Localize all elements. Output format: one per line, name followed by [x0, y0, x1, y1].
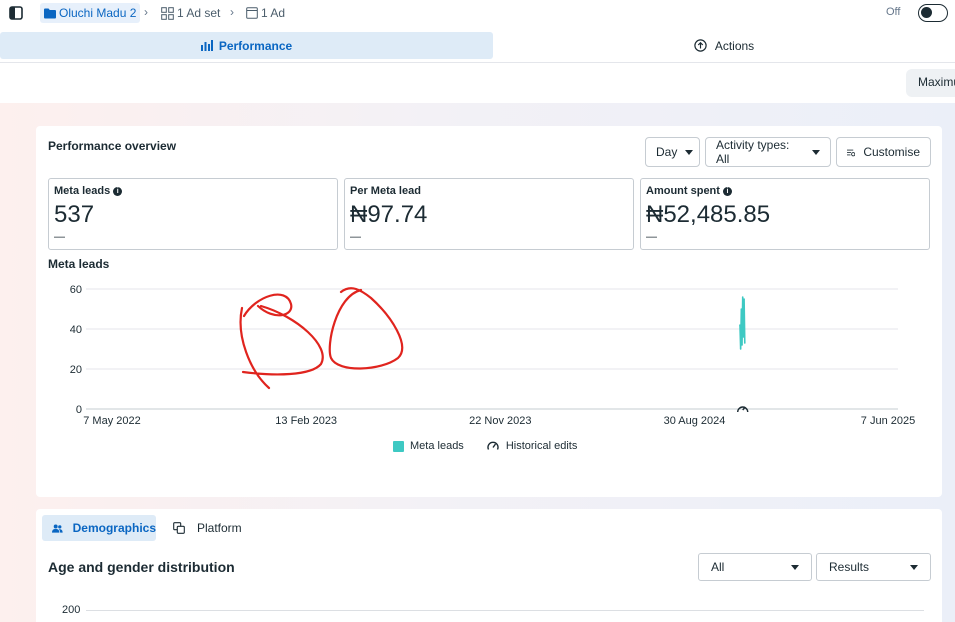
- data-point: [739, 324, 741, 326]
- metric-value: ₦52,485.85: [646, 201, 771, 228]
- tab-platform-label: Platform: [197, 521, 242, 535]
- breadcrumb-ad-set-label: 1 Ad set: [177, 6, 221, 20]
- chart-legend: Meta leads Historical edits: [393, 440, 577, 452]
- caret-down-icon: [791, 564, 799, 570]
- metric-card-per-meta-lead[interactable]: Per Meta lead ₦97.74 —: [344, 178, 634, 250]
- breadcrumb-campaign[interactable]: Oluchi Madu 2: [40, 3, 141, 23]
- y-tick-label: 0: [76, 404, 82, 416]
- result-metric-label: Results: [829, 560, 870, 574]
- grid-line: [86, 610, 924, 611]
- meta-leads-chart: 0 20 40 60 7 May 2022 13 Feb 2023 22 Nov 2023 3…: [70, 284, 915, 427]
- info-icon[interactable]: i: [722, 186, 732, 196]
- metric-delta: —: [350, 231, 361, 243]
- ad-set-grid-icon: [161, 6, 174, 20]
- y-tick-label: 20: [70, 364, 82, 376]
- divider: [0, 62, 955, 63]
- day-select-label: Day: [656, 145, 678, 159]
- performance-overview-title: Performance overview: [48, 139, 177, 153]
- metric-delta: —: [646, 231, 657, 243]
- x-tick-label: 7 Jun 2025: [861, 415, 915, 427]
- activity-types-label: Activity types: All: [716, 138, 790, 166]
- tab-performance[interactable]: Performance: [0, 32, 493, 59]
- toggle-knob: [921, 7, 932, 18]
- x-tick-label: 30 Aug 2024: [664, 415, 726, 427]
- annotation-letter-o: [328, 287, 404, 370]
- metric-delta: —: [54, 231, 65, 243]
- platform-icon: [173, 522, 185, 534]
- result-metric-select[interactable]: Results: [816, 553, 931, 581]
- x-tick-label: 13 Feb 2023: [275, 415, 337, 427]
- data-point: [743, 298, 745, 300]
- demographics-card: Demographics Platform Age and gender dis…: [36, 509, 942, 622]
- legend-label-meta-leads: Meta leads: [410, 440, 464, 452]
- maximize-button[interactable]: Maximu: [906, 69, 955, 97]
- chevron-right-icon: ›: [144, 5, 148, 19]
- chart-title: Meta leads: [48, 257, 110, 271]
- folder-icon: [44, 8, 56, 18]
- caret-down-icon: [812, 149, 820, 155]
- customise-label: Customise: [863, 145, 920, 159]
- tab-performance-label: Performance: [218, 38, 293, 53]
- bar-chart-icon: [200, 40, 213, 51]
- demographic-filter-select[interactable]: All: [698, 553, 812, 581]
- tab-platform[interactable]: Platform: [173, 515, 242, 541]
- caret-down-icon: [685, 149, 694, 155]
- arrow-up-circle-icon: [694, 39, 707, 52]
- metric-label: Amount spent i: [646, 185, 732, 197]
- breadcrumb-ad-set[interactable]: 1 Ad set: [161, 3, 220, 23]
- data-point: [743, 342, 746, 344]
- status-toggle-label: Off: [886, 6, 901, 18]
- top-bar: Oluchi Madu 2 › 1 Ad set › 1 Ad Off: [0, 0, 955, 26]
- performance-overview-card: Performance overview Day Activity types:…: [36, 126, 942, 497]
- people-icon: [52, 523, 63, 533]
- data-point: [740, 308, 743, 310]
- day-select[interactable]: Day: [645, 137, 700, 167]
- metric-value: 537: [54, 201, 95, 228]
- data-point: [742, 336, 745, 338]
- data-point: [741, 344, 743, 346]
- metric-label-text: Meta leads: [54, 185, 111, 197]
- metric-label: Meta leads i: [54, 185, 123, 197]
- series-line-meta-leads: [739, 296, 746, 350]
- tab-demographics[interactable]: Demographics: [42, 515, 156, 541]
- tab-actions-label: Actions: [714, 38, 755, 53]
- x-tick-label: 22 Nov 2023: [469, 415, 531, 427]
- tab-demographics-label: Demographics: [72, 521, 156, 535]
- x-tick-label: 7 May 2022: [83, 415, 140, 427]
- activity-types-select[interactable]: Activity types: All: [705, 137, 831, 167]
- historical-edits-icon: [487, 441, 499, 450]
- status-toggle[interactable]: [918, 4, 948, 22]
- customise-icon: [847, 149, 856, 156]
- data-point: [739, 348, 742, 350]
- age-gender-title: Age and gender distribution: [48, 559, 235, 575]
- y-tick-label: 60: [70, 284, 82, 296]
- legend-label-historical-edits: Historical edits: [505, 440, 578, 452]
- caret-down-icon: [910, 564, 918, 570]
- side-panel-toggle-icon[interactable]: [4, 2, 28, 24]
- chevron-right-icon: ›: [230, 5, 234, 19]
- metric-value: ₦97.74: [350, 201, 428, 228]
- metric-card-meta-leads[interactable]: Meta leads i 537 —: [48, 178, 338, 250]
- metric-label-text: Amount spent: [646, 185, 720, 197]
- y-tick-label: 200: [62, 604, 81, 616]
- ad-icon: [246, 7, 258, 19]
- detail-tabs: Performance Actions: [0, 32, 955, 60]
- breadcrumb-ad-label: 1 Ad: [261, 6, 286, 20]
- metric-label: Per Meta lead: [350, 185, 421, 197]
- annotation-letter-b: [239, 293, 324, 390]
- y-tick-label: 40: [70, 324, 82, 336]
- demographic-filter-label: All: [711, 560, 725, 574]
- tab-actions[interactable]: Actions: [493, 32, 955, 59]
- customise-button[interactable]: Customise: [836, 137, 931, 167]
- breadcrumb-ad[interactable]: 1 Ad: [246, 3, 285, 23]
- breadcrumb-campaign-label: Oluchi Madu 2: [59, 6, 137, 20]
- data-point: [741, 296, 744, 298]
- metric-label-text: Per Meta lead: [350, 185, 421, 197]
- legend-swatch-meta-leads: [393, 440, 404, 452]
- info-icon[interactable]: i: [113, 186, 123, 196]
- metric-card-amount-spent[interactable]: Amount spent i ₦52,485.85 —: [640, 178, 930, 250]
